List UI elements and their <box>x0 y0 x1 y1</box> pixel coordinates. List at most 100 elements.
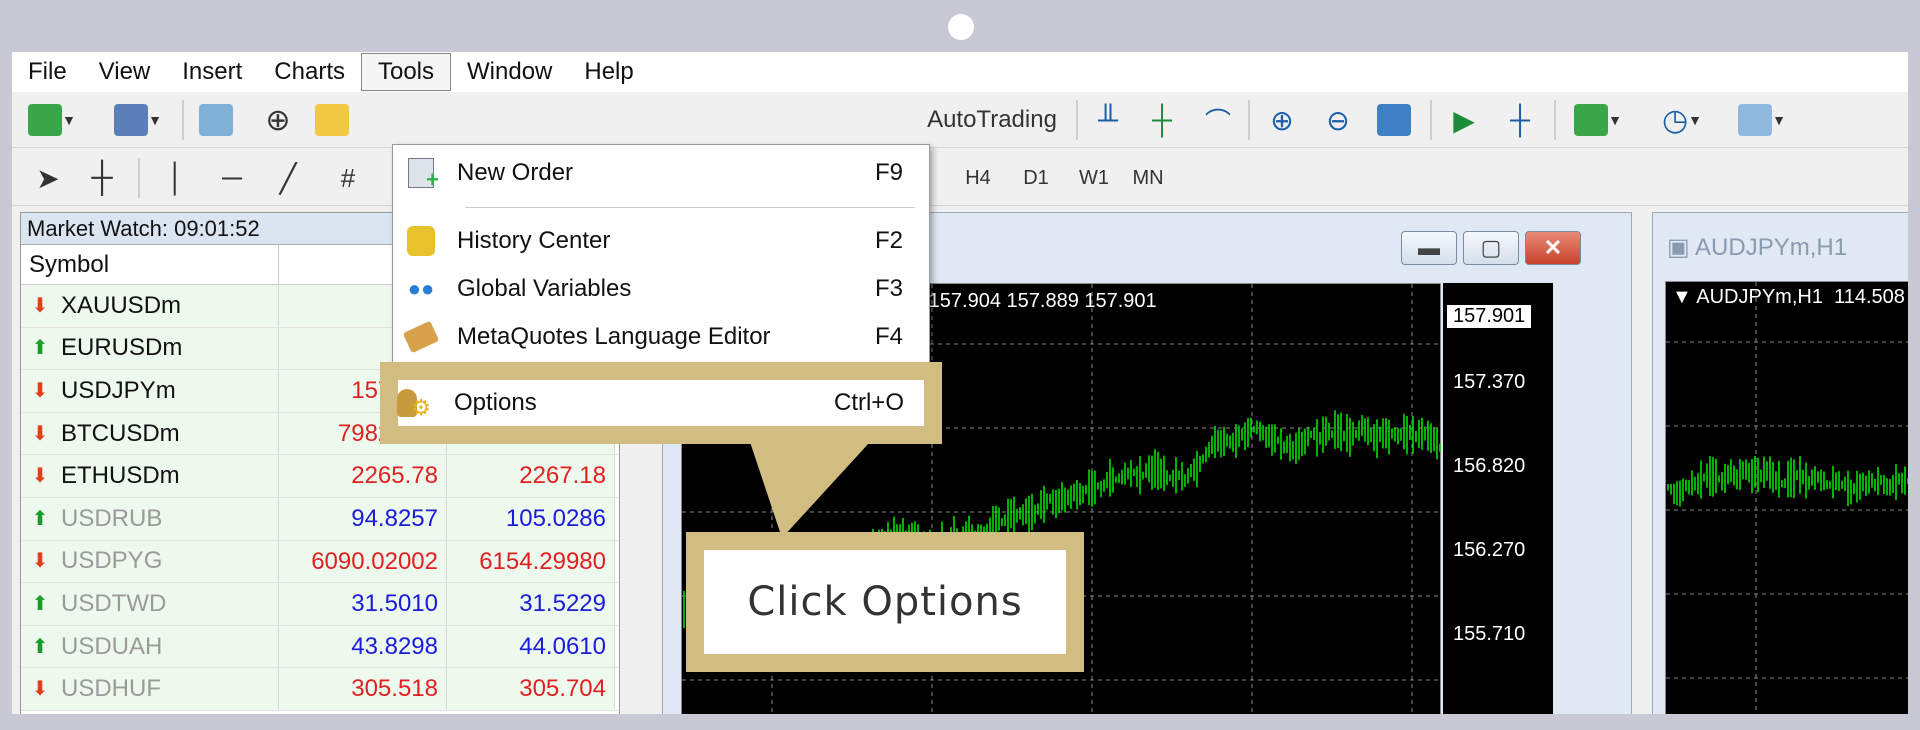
options-highlight: ⚙ Options Ctrl+O <box>380 362 942 444</box>
symbol-cell: ⬇ BTCUSDm <box>21 412 279 455</box>
arrow-up-icon: ⬆ <box>31 337 49 360</box>
menu-charts[interactable]: Charts <box>258 52 361 92</box>
periods-icon[interactable]: ◷ ▼ <box>1652 100 1712 140</box>
timeframe-h4[interactable]: H4 <box>958 158 998 198</box>
arrow-down-icon: ⬇ <box>31 294 49 317</box>
bid-cell: 305.518 <box>279 668 447 710</box>
price-chart-2-canvas <box>1666 282 1908 714</box>
menu-separator <box>465 207 915 208</box>
symbol-cell: ⬆ USDRUB <box>21 497 279 540</box>
price-chart-2[interactable]: ▼ AUDJPYm,H1 114.508 <box>1665 281 1908 714</box>
close-button[interactable]: ✕ <box>1525 231 1581 265</box>
bar-chart-icon[interactable]: ╨ <box>1088 100 1128 140</box>
symbol-cell: ⬇ USDPYG <box>21 540 279 583</box>
fibonacci-icon[interactable]: # <box>328 158 368 198</box>
device-frame: File View Insert Charts Tools Window Hel… <box>0 0 1920 730</box>
ask-cell: 2267.18 <box>447 455 615 497</box>
table-row[interactable]: ⬇ USDPYG 6090.02002 6154.29980 <box>21 540 619 584</box>
menu-window[interactable]: Window <box>451 52 568 92</box>
menu-item-new-order[interactable]: + New Order F9 <box>393 153 931 193</box>
price-scale: 157.901 157.370 156.820 156.270 155.710 <box>1443 283 1553 714</box>
autoscroll-icon[interactable]: ▶ <box>1444 100 1484 140</box>
options-gear-icon: ⚙ <box>394 385 434 421</box>
menu-view[interactable]: View <box>83 52 167 92</box>
toolbar-separator <box>1248 100 1250 140</box>
app-screen: File View Insert Charts Tools Window Hel… <box>12 52 1908 714</box>
new-chart-icon[interactable]: ▼ <box>22 100 82 140</box>
tile-windows-icon[interactable] <box>1374 100 1414 140</box>
instruction-callout: Click Options <box>686 532 1084 672</box>
new-order-icon: + <box>401 155 441 192</box>
ask-cell: 305.704 <box>447 668 615 710</box>
column-symbol[interactable]: Symbol <box>21 245 279 284</box>
timeframe-d1[interactable]: D1 <box>1016 158 1056 198</box>
minimize-button[interactable]: ▬ <box>1401 231 1457 265</box>
market-watch-icon[interactable] <box>196 100 236 140</box>
symbol-cell: ⬇ XAUUSDm <box>21 285 279 327</box>
table-row[interactable]: ⬇ USDHUF 305.518 305.704 <box>21 668 619 711</box>
horizontal-line-icon[interactable]: ─ <box>212 158 252 198</box>
symbol-cell: ⬆ EURUSDm <box>21 327 279 370</box>
profiles-icon[interactable]: ▼ <box>108 100 168 140</box>
ask-cell: 105.0286 <box>447 497 615 540</box>
callout-text: Click Options <box>704 550 1066 654</box>
price-label: 155.710 <box>1453 623 1526 645</box>
zoom-in-icon[interactable]: ⊕ <box>1262 100 1302 140</box>
drawing-toolbar: ➤ ┼ │ ─ ╱ # 1 H4 D1 W1 MN <box>12 150 1908 206</box>
menu-help[interactable]: Help <box>568 52 649 92</box>
crosshair-icon[interactable]: ┼ <box>82 158 122 198</box>
symbol-cell: ⬇ USDJPYm <box>21 370 279 412</box>
indicators-icon[interactable]: ▼ <box>1568 100 1628 140</box>
arrow-up-icon: ⬆ <box>31 507 49 530</box>
bid-cell: 2265.78 <box>279 455 447 497</box>
maximize-button[interactable]: ▢ <box>1463 231 1519 265</box>
price-label: 157.370 <box>1453 371 1526 393</box>
current-price-label: 157.901 <box>1447 305 1532 328</box>
toolbar-separator <box>1430 100 1432 140</box>
window-title: ▣ AUDJPYm,H1 <box>1667 234 1848 261</box>
toolbar-separator <box>182 100 184 140</box>
database-icon <box>401 223 441 259</box>
favorites-icon[interactable] <box>312 100 352 140</box>
table-row[interactable]: ⬆ USDRUB 94.8257 105.0286 <box>21 497 619 541</box>
toolbar-separator <box>138 158 140 198</box>
symbol-cell: ⬇ ETHUSDm <box>21 455 279 497</box>
vertical-line-icon[interactable]: │ <box>156 158 196 198</box>
line-chart-icon[interactable]: ⌒ <box>1198 100 1238 140</box>
table-row[interactable]: ⬇ ETHUSDm 2265.78 2267.18 <box>21 455 619 498</box>
menu-item-history-center[interactable]: History Center F2 <box>393 221 931 261</box>
chart-window-audjpy: ▣ AUDJPYm,H1 ▼ AUDJPYm,H1 114.508 <box>1652 212 1908 714</box>
bid-cell: 94.8257 <box>279 497 447 540</box>
table-row[interactable]: ⬆ USDTWD 31.5010 31.5229 <box>21 583 619 626</box>
menu-file[interactable]: File <box>12 52 83 92</box>
arrow-down-icon: ⬇ <box>31 379 49 402</box>
price-label: 156.820 <box>1453 455 1526 477</box>
timeframe-w1[interactable]: W1 <box>1074 158 1114 198</box>
menu-item-options[interactable]: ⚙ Options Ctrl+O <box>397 380 924 426</box>
timeframe-mn[interactable]: MN <box>1128 158 1168 198</box>
table-row[interactable]: ⬆ USDUAH 43.8298 44.0610 <box>21 625 619 669</box>
tools-dropdown: + New Order F9 History Center F2 ●● Glob… <box>392 144 930 370</box>
candlestick-icon[interactable]: ┼ <box>1142 100 1182 140</box>
arrow-down-icon: ⬇ <box>31 550 49 573</box>
menu-item-metaeditor[interactable]: MetaQuotes Language Editor F4 <box>393 317 931 357</box>
cursor-icon[interactable]: ➤ <box>28 158 68 198</box>
menu-item-global-variables[interactable]: ●● Global Variables F3 <box>393 269 931 309</box>
chart-shift-icon[interactable]: ┼ <box>1500 100 1540 140</box>
navigator-icon[interactable]: ⊕ <box>258 100 298 140</box>
price-label: 156.270 <box>1453 539 1526 561</box>
symbol-cell: ⬇ USDHUF <box>21 668 279 710</box>
autotrading-button[interactable]: AutoTrading <box>912 100 1072 140</box>
menu-tools[interactable]: Tools <box>360 53 452 91</box>
ask-cell: 44.0610 <box>447 625 615 668</box>
bid-cell: 31.5010 <box>279 583 447 625</box>
metaeditor-icon <box>401 319 441 355</box>
menu-bar: File View Insert Charts Tools Window Hel… <box>12 52 1908 92</box>
templates-icon[interactable]: ▼ <box>1732 100 1792 140</box>
menu-insert[interactable]: Insert <box>166 52 258 92</box>
zoom-out-icon[interactable]: ⊖ <box>1318 100 1358 140</box>
trendline-icon[interactable]: ╱ <box>268 158 308 198</box>
toolbar-separator <box>1554 100 1556 140</box>
bid-cell: 43.8298 <box>279 625 447 668</box>
ask-cell: 31.5229 <box>447 583 615 625</box>
